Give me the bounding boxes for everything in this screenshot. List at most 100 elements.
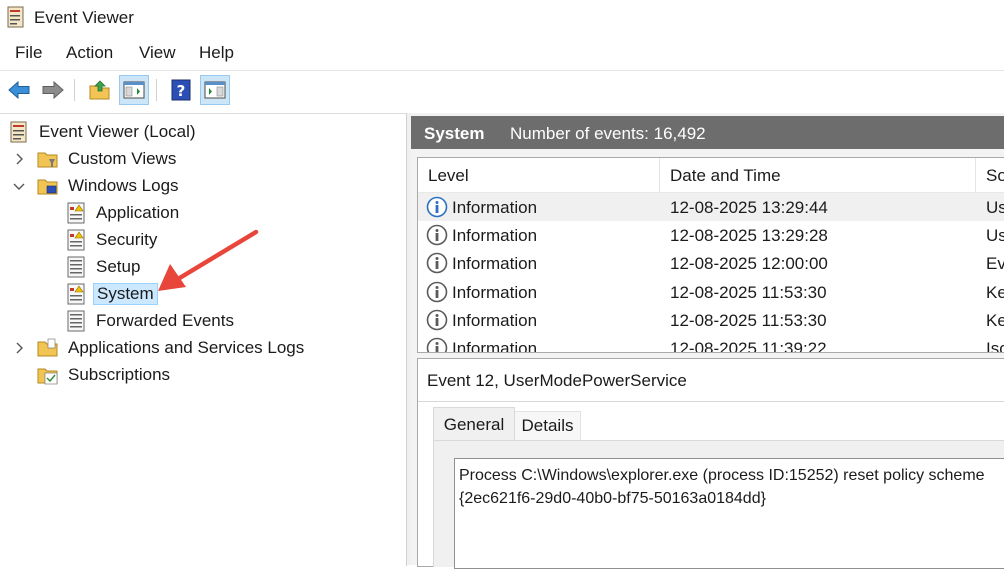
event-viewer-app-icon — [7, 6, 24, 28]
log-warning-icon — [67, 229, 85, 250]
grid-header: Level Date and Time So — [418, 158, 1004, 193]
show-hide-action-pane-button[interactable] — [200, 75, 230, 105]
information-icon — [426, 196, 448, 218]
tree-item-custom-views[interactable]: Custom Views — [37, 146, 179, 171]
information-icon — [426, 281, 448, 303]
table-row[interactable]: Information 12-08-2025 12:00:00 Ev — [418, 249, 1004, 277]
folder-icon — [37, 338, 58, 356]
cell-date-time: 12-08-2025 13:29:28 — [670, 226, 828, 245]
column-header-level[interactable]: Level — [428, 166, 469, 186]
table-row[interactable]: Information 12-08-2025 13:29:28 Us — [418, 221, 1004, 249]
toolbar: ? — [0, 70, 1004, 109]
cell-date-time: 12-08-2025 12:00:00 — [670, 254, 828, 273]
tree-label: Windows Logs — [68, 175, 179, 195]
tree-item-forwarded-events[interactable]: Forwarded Events — [65, 308, 237, 333]
chevron-right-icon[interactable] — [12, 152, 26, 166]
cell-level: Information — [452, 339, 538, 353]
information-icon — [426, 337, 448, 352]
tree-item-application[interactable]: Application — [65, 200, 182, 225]
show-hide-console-tree-button[interactable] — [119, 75, 149, 105]
forward-arrow-icon — [42, 80, 64, 100]
chevron-right-icon[interactable] — [12, 341, 26, 355]
subscriptions-icon — [37, 368, 58, 384]
tree-item-windows-logs[interactable]: Windows Logs — [37, 173, 182, 198]
back-button[interactable] — [4, 75, 34, 105]
column-header-source[interactable]: So — [986, 166, 1004, 186]
event-detail-panel: Event 12, UserModePowerService General D… — [417, 358, 1004, 569]
open-folder-icon — [89, 80, 110, 100]
menu-bar: File Action View Help — [0, 36, 1004, 69]
back-arrow-icon — [8, 80, 30, 100]
log-warning-icon — [67, 283, 85, 304]
tab-general[interactable]: General — [433, 407, 515, 441]
svg-text:?: ? — [177, 82, 186, 100]
folder-logs-icon — [37, 179, 58, 194]
table-row[interactable]: Information 12-08-2025 11:53:30 Ke — [418, 278, 1004, 306]
cell-source: Ev — [986, 254, 1004, 273]
cell-date-time: 12-08-2025 11:53:30 — [670, 311, 827, 330]
toolbar-separator — [74, 79, 75, 101]
tree-label: Forwarded Events — [96, 310, 234, 330]
menu-file[interactable]: File — [15, 43, 42, 63]
log-header-bar: System Number of events: 16,492 — [411, 116, 1004, 149]
tree-label: Setup — [96, 256, 141, 276]
help-icon: ? — [171, 79, 191, 101]
tree-item-system[interactable]: System — [65, 281, 158, 306]
information-icon — [426, 309, 448, 331]
tree-label-selected: System — [93, 282, 158, 305]
column-divider[interactable] — [975, 158, 976, 192]
cell-date-time: 12-08-2025 11:39:22 — [670, 339, 827, 353]
log-warning-icon — [67, 202, 85, 223]
description-line: {2ec621f6-29d0-40b0-bf75-50163a0184dd} — [459, 490, 766, 507]
tree-item-event-viewer-local[interactable]: Event Viewer (Local) — [8, 119, 199, 144]
table-row[interactable]: Information 12-08-2025 11:53:30 Ke — [418, 306, 1004, 334]
menu-help[interactable]: Help — [199, 43, 234, 63]
tree-label: Applications and Services Logs — [68, 337, 305, 357]
title-bar: Event Viewer — [0, 0, 1004, 36]
menu-view[interactable]: View — [139, 43, 176, 63]
tree-item-applications-services-logs[interactable]: Applications and Services Logs — [37, 335, 307, 360]
cell-source: Ke — [986, 283, 1004, 302]
table-row[interactable]: Information 12-08-2025 11:39:22 Iso — [418, 334, 1004, 353]
window-title: Event Viewer — [34, 8, 134, 27]
chevron-down-icon[interactable] — [12, 179, 26, 193]
log-icon — [67, 310, 85, 331]
cell-level: Information — [452, 254, 538, 273]
divider — [418, 401, 1004, 402]
tree-item-subscriptions[interactable]: Subscriptions — [37, 362, 173, 387]
help-button[interactable]: ? — [166, 75, 196, 105]
table-row[interactable]: Information 12-08-2025 13:29:44 Us — [418, 193, 1004, 221]
tab-content: Process C:\Windows\explorer.exe (process… — [433, 440, 1004, 569]
cell-date-time: 12-08-2025 13:29:44 — [670, 198, 828, 217]
tree-item-security[interactable]: Security — [65, 227, 160, 252]
log-name: System — [424, 124, 485, 143]
cell-level: Information — [452, 226, 538, 245]
tree-label: Application — [96, 202, 180, 222]
cell-level: Information — [452, 311, 538, 330]
tab-details[interactable]: Details — [515, 411, 581, 440]
tree-item-setup[interactable]: Setup — [65, 254, 143, 279]
column-header-date-time[interactable]: Date and Time — [670, 166, 781, 186]
event-description-box[interactable]: Process C:\Windows\explorer.exe (process… — [454, 458, 1004, 569]
cell-source: Ke — [986, 311, 1004, 330]
log-icon — [67, 256, 85, 277]
up-one-level-button[interactable] — [85, 75, 115, 105]
tree-label: Event Viewer (Local) — [39, 121, 196, 141]
information-icon — [426, 224, 448, 246]
cell-level: Information — [452, 283, 538, 302]
show-hide-action-pane-icon — [204, 81, 226, 99]
cell-source: Us — [986, 198, 1004, 217]
folder-icon — [37, 152, 58, 167]
tree-label: Security — [96, 229, 158, 249]
forward-button[interactable] — [38, 75, 68, 105]
log-pane: System Number of events: 16,492 Level Da… — [411, 113, 1004, 569]
show-hide-console-tree-icon — [123, 81, 145, 99]
console-tree: Event Viewer (Local) Custom Views Window… — [0, 113, 407, 566]
column-divider[interactable] — [659, 158, 660, 192]
tree-label: Custom Views — [68, 148, 177, 168]
menu-action[interactable]: Action — [66, 43, 113, 63]
toolbar-separator — [156, 79, 157, 101]
events-grid: Level Date and Time So Information 12-08… — [417, 157, 1004, 353]
cell-source: Iso — [986, 339, 1004, 353]
information-icon — [426, 252, 448, 274]
